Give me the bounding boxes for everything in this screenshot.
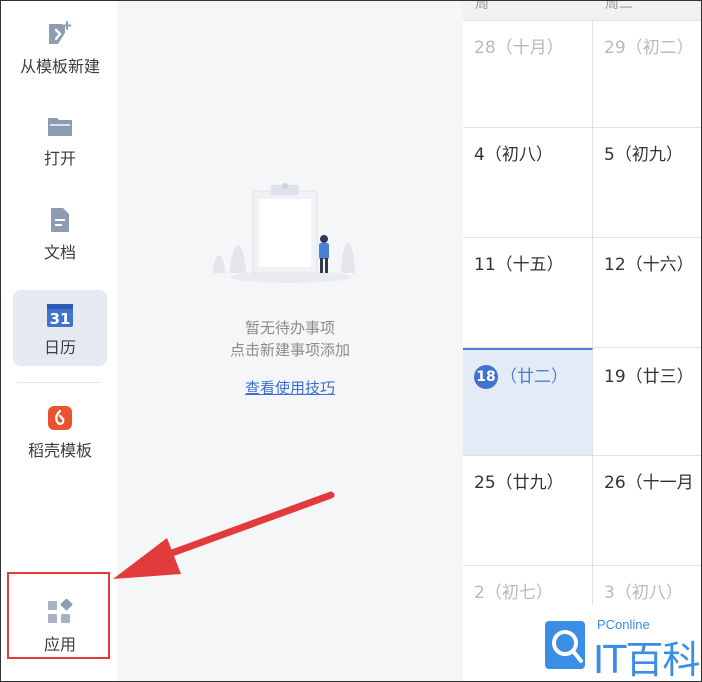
calendar-day-cell[interactable]: 4（初八） <box>463 128 593 238</box>
calendar-day-cell[interactable]: 5（初九） <box>593 128 701 238</box>
todo-empty-title: 暂无待办事项 <box>244 319 335 337</box>
todo-empty-hint: 点击新建事项添加 <box>229 341 350 359</box>
calendar-day-cell[interactable]: 11（十五） <box>463 238 593 348</box>
sidebar-item-label: 从模板新建 <box>19 57 100 76</box>
calendar-day-cell[interactable]: 12（十六） <box>593 238 701 348</box>
sidebar-item-label: 稻壳模板 <box>27 441 92 460</box>
calendar-day-cell[interactable]: 28（十月） <box>463 21 593 128</box>
calendar-day-cell[interactable]: 29（初二） <box>593 21 701 128</box>
empty-clipboard-illustration <box>213 183 355 283</box>
sidebar-item-label: 打开 <box>43 149 76 168</box>
calendar-day-cell[interactable]: 26（十一月 <box>593 456 701 566</box>
sidebar-divider <box>17 382 101 383</box>
todo-panel: 暂无待办事项 点击新建事项添加 查看使用技巧 <box>117 1 463 681</box>
today-lunar-label: （廿二） <box>500 367 568 387</box>
app-window: 从模板新建 打开 文档 31 日历 稻壳模板 应用 暂无待办事项 点击新建事项添… <box>0 0 702 682</box>
calendar-day-cell[interactable]: 19（廿三） <box>593 348 701 456</box>
sidebar-item-docer-templates[interactable]: 稻壳模板 <box>13 405 107 469</box>
highlight-box <box>7 572 110 659</box>
sidebar-item-document[interactable]: 文档 <box>13 207 107 271</box>
sidebar-item-calendar[interactable]: 31 日历 <box>13 290 107 366</box>
sidebar-item-label: 日历 <box>43 338 76 357</box>
calendar-day-cell-today[interactable]: 18 （廿二） <box>463 348 593 456</box>
calendar-day-cell[interactable]: 25（廿九） <box>463 456 593 566</box>
today-date-badge: 18 <box>474 365 498 389</box>
new-from-template-icon <box>49 21 72 44</box>
document-icon <box>51 208 69 232</box>
watermark-brand-big: IT百科 <box>593 638 700 682</box>
sidebar-item-open[interactable]: 打开 <box>13 115 107 179</box>
calendar-icon-number: 31 <box>50 310 71 328</box>
calendar-grid: 周 周二 28（十月） 29（初二） 4（初八） 5（初九） 11（十五） 12… <box>463 0 701 681</box>
sidebar-item-new-from-template[interactable]: 从模板新建 <box>13 21 107 85</box>
weekday-label: 周二 <box>605 0 633 11</box>
folder-icon <box>48 118 72 136</box>
view-tips-link[interactable]: 查看使用技巧 <box>117 377 463 398</box>
watermark-logo-icon <box>545 621 585 669</box>
pconline-watermark: PConline IT百科 <box>531 605 701 682</box>
calendar-weekday-header: 周 周二 <box>463 0 701 21</box>
docer-template-icon <box>48 406 72 430</box>
weekday-label: 周 <box>475 0 489 11</box>
calendar-icon: 31 <box>47 304 73 328</box>
sidebar-item-label: 文档 <box>43 243 76 262</box>
